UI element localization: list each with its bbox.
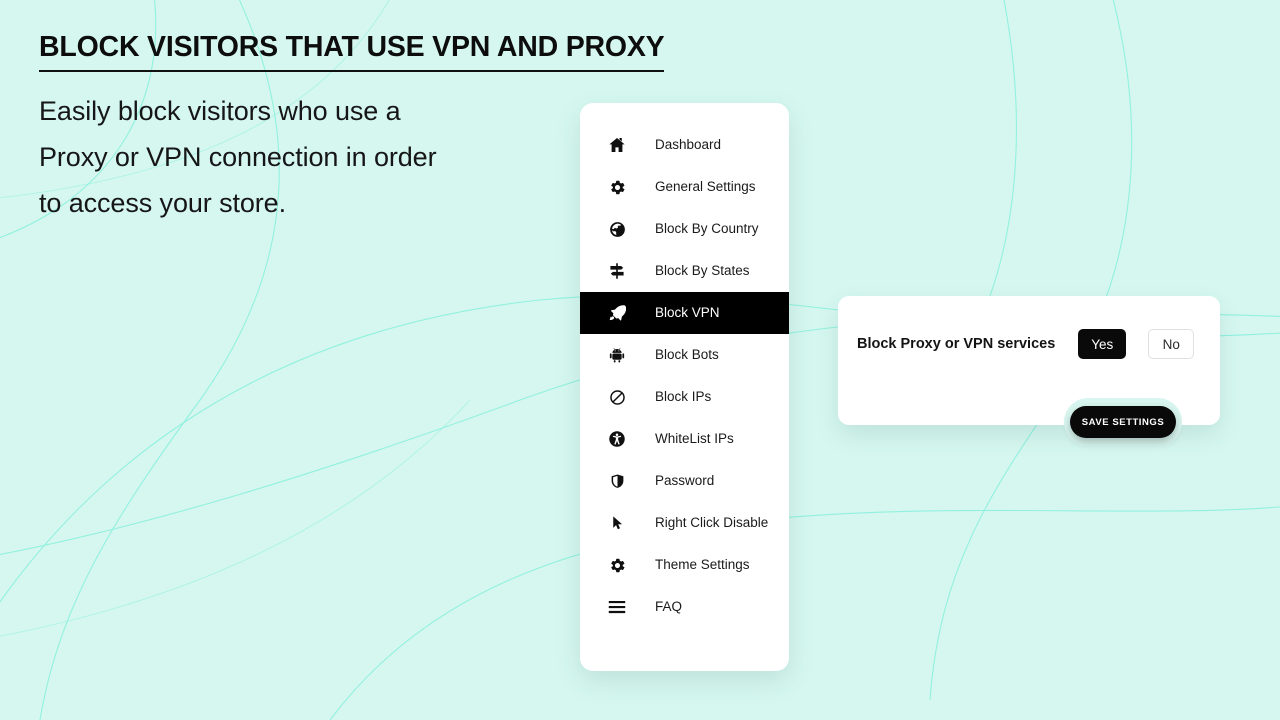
sidebar-item-label: Theme Settings: [655, 557, 750, 573]
hamburger-icon: [607, 597, 627, 617]
sidebar-item-label: Block Bots: [655, 347, 719, 363]
sidebar-item-label: Dashboard: [655, 137, 722, 153]
sidebar-item-block-ips[interactable]: Block IPs: [580, 376, 789, 418]
page-title: BLOCK VISITORS THAT USE VPN AND PROXY: [39, 30, 665, 73]
sidebar-item-label: Block VPN: [655, 305, 720, 321]
home-icon: [607, 135, 627, 155]
sidebar-item-label: Right Click Disable: [655, 515, 769, 531]
yes-button[interactable]: Yes: [1078, 329, 1127, 359]
gear-icon: [607, 555, 627, 575]
accessibility-icon: [607, 429, 627, 449]
sidebar-nav-card: Dashboard General Settings Block By Coun…: [580, 103, 789, 671]
sidebar-item-label: Block By States: [655, 263, 750, 279]
sidebar-item-label: WhiteList IPs: [655, 431, 734, 447]
sidebar-item-theme-settings[interactable]: Theme Settings: [580, 544, 789, 586]
block-proxy-vpn-setting-row: Block Proxy or VPN services Yes No: [857, 329, 1201, 359]
sidebar-item-block-vpn[interactable]: Block VPN: [580, 292, 789, 334]
globe-icon: [607, 219, 627, 239]
cursor-arrow-icon: [607, 513, 627, 533]
sidebar-item-faq[interactable]: FAQ: [580, 586, 789, 628]
setting-label: Block Proxy or VPN services: [857, 336, 1056, 352]
rocket-icon: [607, 303, 627, 323]
sidebar-item-dashboard[interactable]: Dashboard: [580, 124, 789, 166]
save-settings-button[interactable]: SAVE SETTINGS: [1070, 406, 1176, 438]
yes-no-toggle-group: Yes No: [1078, 329, 1195, 359]
sidebar-nav-list: Dashboard General Settings Block By Coun…: [580, 103, 789, 628]
sidebar-item-label: Block By Country: [655, 221, 759, 237]
gear-icon: [607, 177, 627, 197]
no-button[interactable]: No: [1148, 329, 1195, 359]
sidebar-item-block-bots[interactable]: Block Bots: [580, 334, 789, 376]
save-settings-halo: SAVE SETTINGS: [1064, 398, 1182, 446]
sidebar-item-block-by-states[interactable]: Block By States: [580, 250, 789, 292]
sidebar-item-label: Password: [655, 473, 715, 489]
robot-icon: [607, 345, 627, 365]
ban-icon: [607, 387, 627, 407]
sidebar-item-whitelist-ips[interactable]: WhiteList IPs: [580, 418, 789, 460]
sidebar-item-label: General Settings: [655, 179, 756, 195]
sidebar-item-label: FAQ: [655, 599, 683, 615]
sidebar-item-right-click-disable[interactable]: Right Click Disable: [580, 502, 789, 544]
sidebar-item-block-by-country[interactable]: Block By Country: [580, 208, 789, 250]
shield-icon: [607, 471, 627, 491]
sidebar-item-general-settings[interactable]: General Settings: [580, 166, 789, 208]
signpost-icon: [607, 261, 627, 281]
sidebar-item-label: Block IPs: [655, 389, 712, 405]
sidebar-item-password[interactable]: Password: [580, 460, 789, 502]
